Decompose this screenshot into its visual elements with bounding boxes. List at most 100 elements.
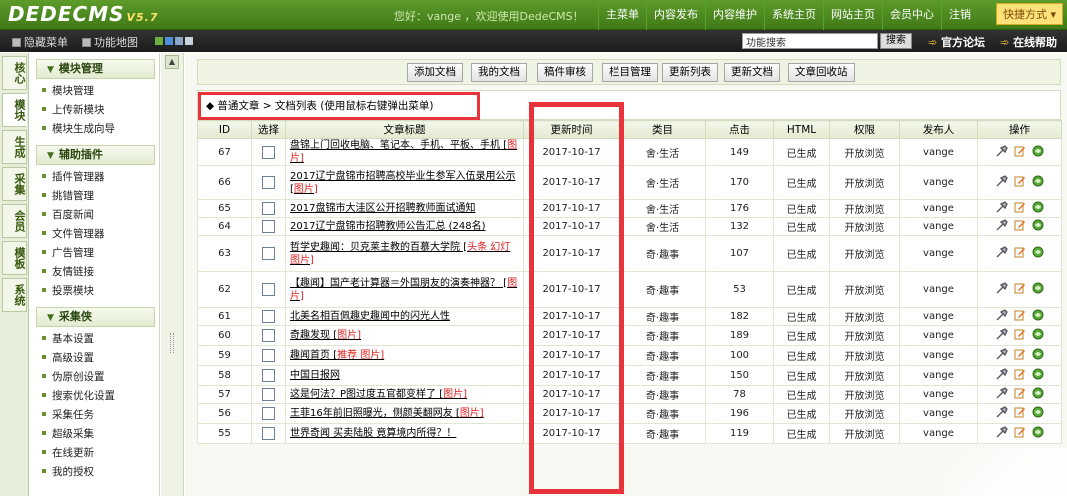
- row-title-link[interactable]: 王菲16年前旧照曝光，侧颜美翻网友 [图片]: [285, 403, 524, 424]
- sidebar-item[interactable]: 基本设置: [30, 330, 159, 349]
- sidebar-item[interactable]: 采集任务: [30, 406, 159, 425]
- sidebar-group-header[interactable]: ▼ 辅助插件: [36, 145, 155, 165]
- move-icon[interactable]: [996, 406, 1008, 418]
- move-icon[interactable]: [996, 348, 1008, 360]
- view-icon[interactable]: [1032, 348, 1044, 360]
- sidebar-item[interactable]: 投票模块: [30, 282, 159, 301]
- hide-menu-button[interactable]: 隐藏菜单: [12, 34, 68, 50]
- skin-light-icon[interactable]: [185, 37, 193, 45]
- row-checkbox[interactable]: [262, 202, 275, 215]
- row-category[interactable]: 奇·趣事: [619, 271, 706, 308]
- vertical-tab[interactable]: 核心: [2, 56, 27, 90]
- top-nav-item[interactable]: 主菜单: [598, 0, 646, 30]
- vertical-tab[interactable]: 模板: [2, 241, 27, 275]
- row-title-link[interactable]: 盘锦上门回收电脑、笔记本、手机、平板、手机 [图片]: [285, 138, 524, 166]
- edit-icon[interactable]: [1014, 368, 1026, 380]
- top-nav-item[interactable]: 系统主页: [764, 0, 823, 30]
- skin-green-icon[interactable]: [155, 37, 163, 45]
- splitter-grip-icon[interactable]: [170, 333, 174, 353]
- toolbar-button[interactable]: 文章回收站: [788, 63, 855, 82]
- row-title-link[interactable]: 奇趣发现 [图片]: [285, 325, 524, 346]
- row-checkbox[interactable]: [262, 349, 275, 362]
- view-icon[interactable]: [1032, 175, 1044, 187]
- vertical-tab[interactable]: 采集: [2, 167, 27, 201]
- online-help-link[interactable]: ➾ 在线帮助: [1000, 34, 1057, 50]
- toolbar-button[interactable]: 添加文档: [407, 63, 463, 82]
- row-checkbox[interactable]: [262, 176, 275, 189]
- row-category[interactable]: 奇·趣事: [619, 385, 706, 404]
- quick-menu-button[interactable]: 快捷方式 ▾: [995, 3, 1063, 25]
- view-icon[interactable]: [1032, 219, 1044, 231]
- view-icon[interactable]: [1032, 246, 1044, 258]
- toolbar-button[interactable]: 稿件审核: [537, 63, 593, 82]
- edit-icon[interactable]: [1014, 219, 1026, 231]
- toolbar-button[interactable]: 栏目管理: [602, 63, 658, 82]
- sidebar-item[interactable]: 挑错管理: [30, 187, 159, 206]
- move-icon[interactable]: [996, 426, 1008, 438]
- edit-icon[interactable]: [1014, 282, 1026, 294]
- row-title-link[interactable]: 世界奇闻 买卖陆股 竟算境内所得？！: [285, 423, 524, 444]
- edit-icon[interactable]: [1014, 426, 1026, 438]
- sidebar-item[interactable]: 上传新模块: [30, 101, 159, 120]
- top-nav-item[interactable]: 内容发布: [646, 0, 705, 30]
- row-title-link[interactable]: 这是何法？P图过度五官都变样了 [图片]: [285, 385, 524, 404]
- row-title-link[interactable]: 2017盘锦市大洼区公开招聘教师面试通知: [285, 199, 524, 218]
- edit-icon[interactable]: [1014, 309, 1026, 321]
- row-checkbox[interactable]: [262, 407, 275, 420]
- row-checkbox[interactable]: [262, 145, 275, 159]
- top-nav-item[interactable]: 注销: [941, 0, 978, 30]
- sidebar-splitter[interactable]: ▲: [161, 53, 184, 496]
- row-category[interactable]: 舍·生活: [619, 217, 706, 236]
- view-icon[interactable]: [1032, 282, 1044, 294]
- function-map-button[interactable]: 功能地图: [82, 34, 138, 50]
- row-checkbox[interactable]: [262, 247, 275, 260]
- edit-icon[interactable]: [1014, 348, 1026, 360]
- top-nav-item[interactable]: 内容维护: [705, 0, 764, 30]
- view-icon[interactable]: [1032, 387, 1044, 399]
- sidebar-item[interactable]: 我的授权: [30, 463, 159, 482]
- edit-icon[interactable]: [1014, 201, 1026, 213]
- skin-gray-icon[interactable]: [175, 37, 183, 45]
- sidebar-group-header[interactable]: ▼ 模块管理: [36, 59, 155, 79]
- sidebar-item[interactable]: 伪原创设置: [30, 368, 159, 387]
- move-icon[interactable]: [996, 368, 1008, 380]
- sidebar-item[interactable]: 搜索优化设置: [30, 387, 159, 406]
- row-title-link[interactable]: 中国日报网: [285, 365, 524, 386]
- sidebar-item[interactable]: 友情链接: [30, 263, 159, 282]
- row-title-link[interactable]: 【趣闻】国产老计算器＝外国朋友的演奏神器？ [图片]: [285, 271, 524, 308]
- row-checkbox[interactable]: [262, 427, 275, 440]
- row-checkbox[interactable]: [262, 283, 275, 296]
- move-icon[interactable]: [996, 309, 1008, 321]
- row-title-link[interactable]: 北美名相百佩趣史趣闻中的闪光人性: [285, 307, 524, 326]
- sidebar-item[interactable]: 百度新闻: [30, 206, 159, 225]
- vertical-tab[interactable]: 生成: [2, 130, 27, 164]
- skin-blue-icon[interactable]: [165, 37, 173, 45]
- view-icon[interactable]: [1032, 309, 1044, 321]
- row-checkbox[interactable]: [262, 369, 275, 382]
- toolbar-button[interactable]: 更新文档: [724, 63, 780, 82]
- row-category[interactable]: 奇·趣事: [619, 307, 706, 326]
- move-icon[interactable]: [996, 282, 1008, 294]
- move-icon[interactable]: [996, 387, 1008, 399]
- view-icon[interactable]: [1032, 201, 1044, 213]
- edit-icon[interactable]: [1014, 145, 1026, 157]
- toolbar-button[interactable]: 我的文档: [471, 63, 527, 82]
- row-checkbox[interactable]: [262, 329, 275, 342]
- row-category[interactable]: 奇·趣事: [619, 403, 706, 424]
- move-icon[interactable]: [996, 219, 1008, 231]
- sidebar-item[interactable]: 模块管理: [30, 82, 159, 101]
- row-category[interactable]: 奇·趣事: [619, 423, 706, 444]
- sidebar-item[interactable]: 广告管理: [30, 244, 159, 263]
- row-category[interactable]: 舍·生活: [619, 165, 706, 200]
- edit-icon[interactable]: [1014, 328, 1026, 340]
- move-icon[interactable]: [996, 246, 1008, 258]
- row-title-link[interactable]: 2017辽宁盘锦市招聘教师公告汇总 (248名): [285, 217, 524, 236]
- row-category[interactable]: 舍·生活: [619, 199, 706, 218]
- row-title-link[interactable]: 趣闻首页 [推荐 图片]: [285, 345, 524, 366]
- edit-icon[interactable]: [1014, 246, 1026, 258]
- sidebar-group-header[interactable]: ▼ 采集侠: [36, 307, 155, 327]
- row-category[interactable]: 奇·趣事: [619, 365, 706, 386]
- edit-icon[interactable]: [1014, 406, 1026, 418]
- scroll-up-icon[interactable]: ▲: [165, 55, 179, 69]
- skin-switcher[interactable]: [155, 37, 193, 45]
